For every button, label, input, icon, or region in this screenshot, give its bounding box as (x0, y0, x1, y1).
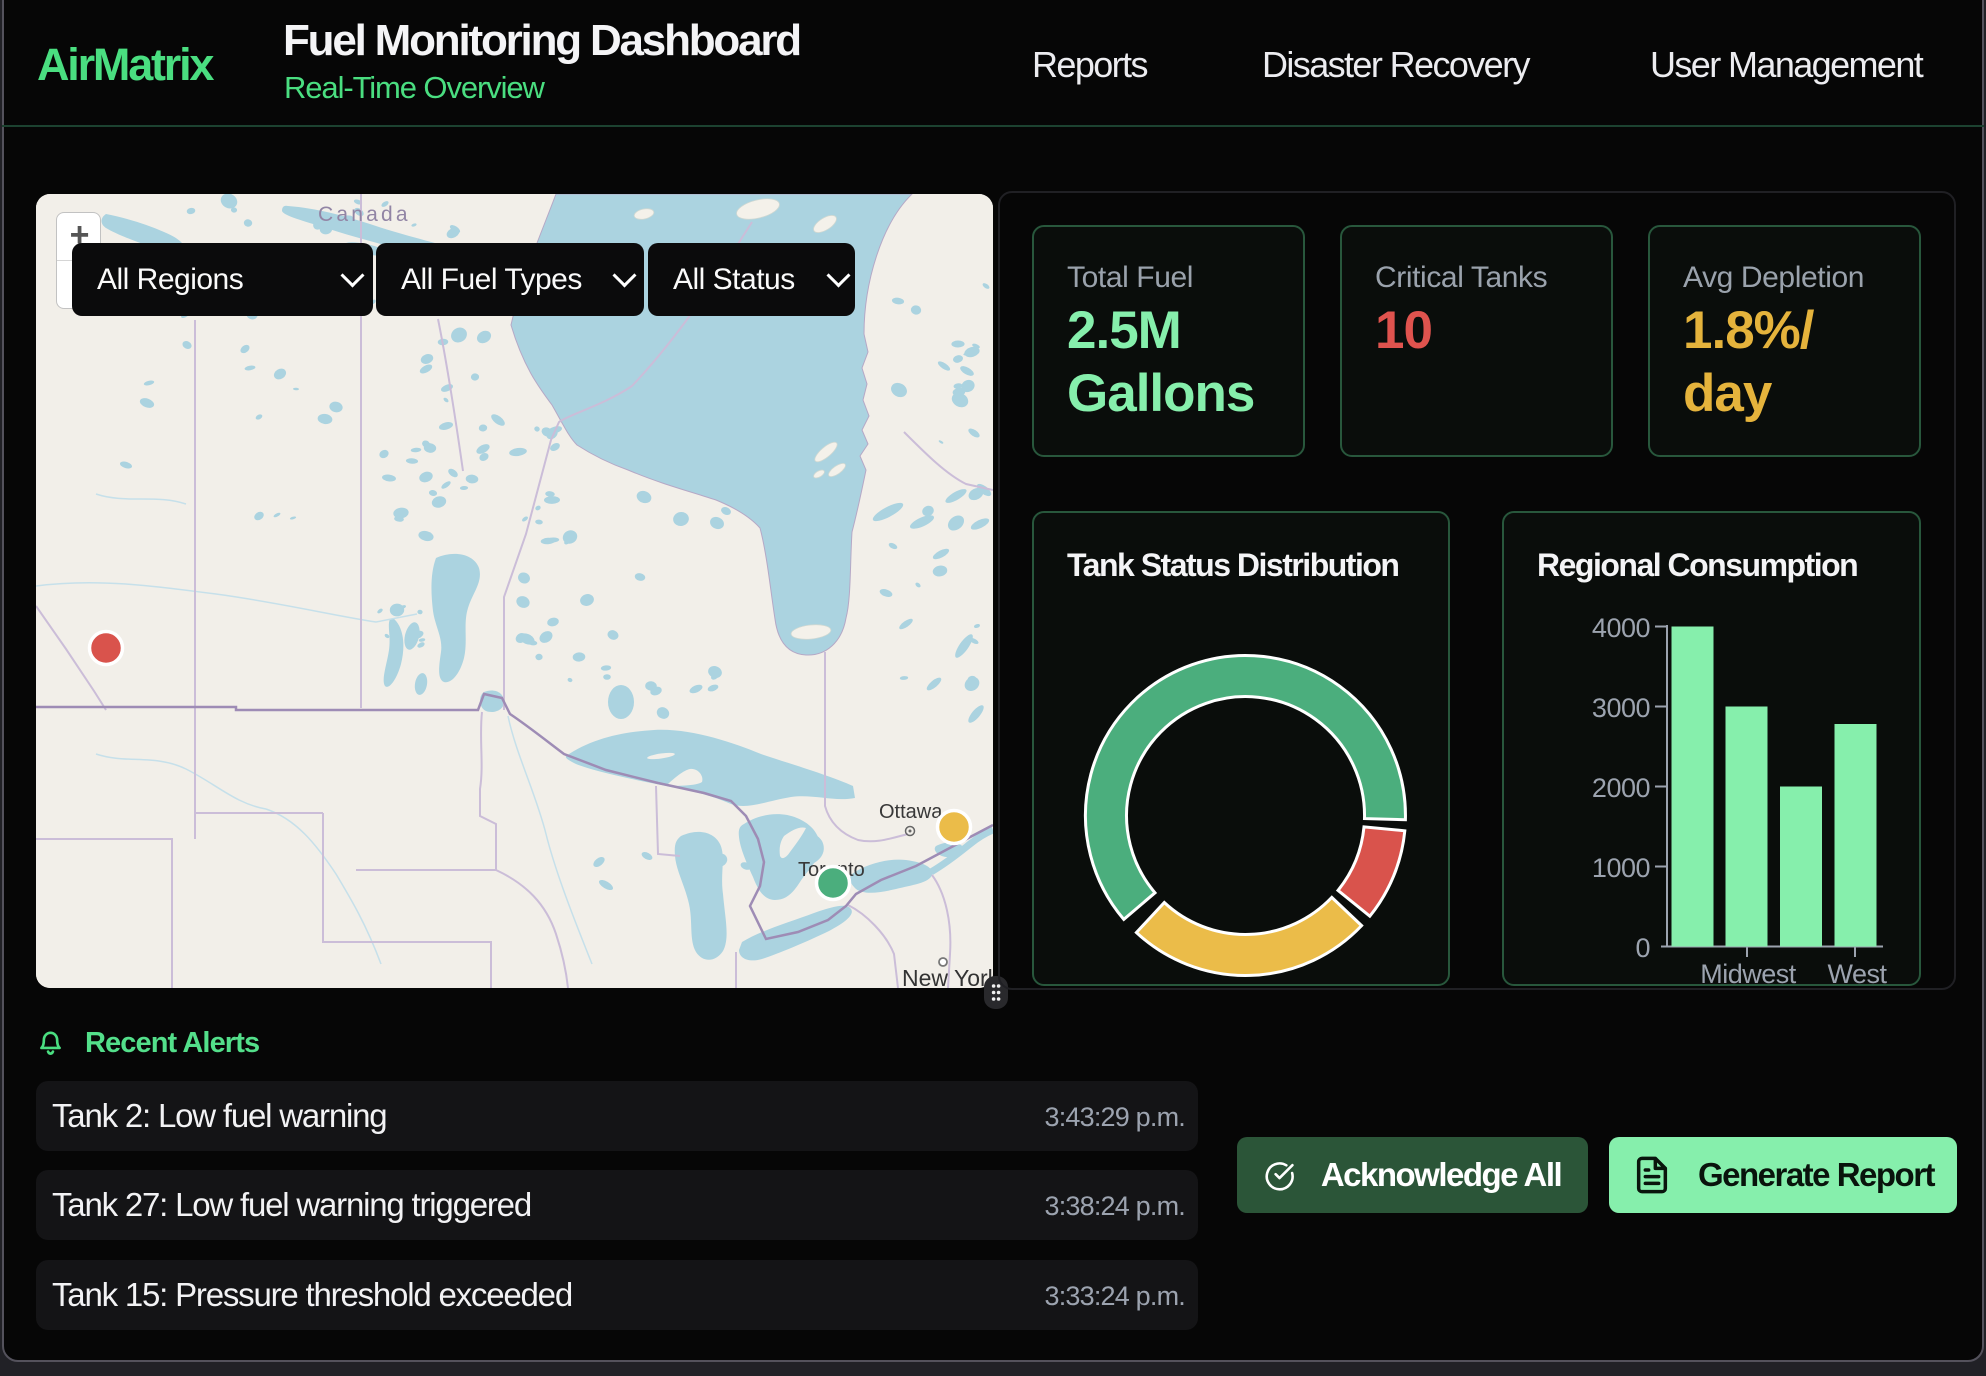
svg-text:3000: 3000 (1592, 693, 1650, 723)
svg-text:2000: 2000 (1592, 773, 1650, 803)
svg-text:West: West (1827, 959, 1887, 984)
svg-text:1000: 1000 (1592, 853, 1650, 883)
svg-text:New York: New York (902, 965, 993, 988)
svg-text:Midwest: Midwest (1700, 959, 1797, 984)
svg-text:Ottawa: Ottawa (879, 801, 943, 823)
svg-text:Canada: Canada (318, 203, 411, 226)
svg-text:0: 0 (1635, 933, 1650, 963)
svg-text:4000: 4000 (1592, 613, 1650, 643)
